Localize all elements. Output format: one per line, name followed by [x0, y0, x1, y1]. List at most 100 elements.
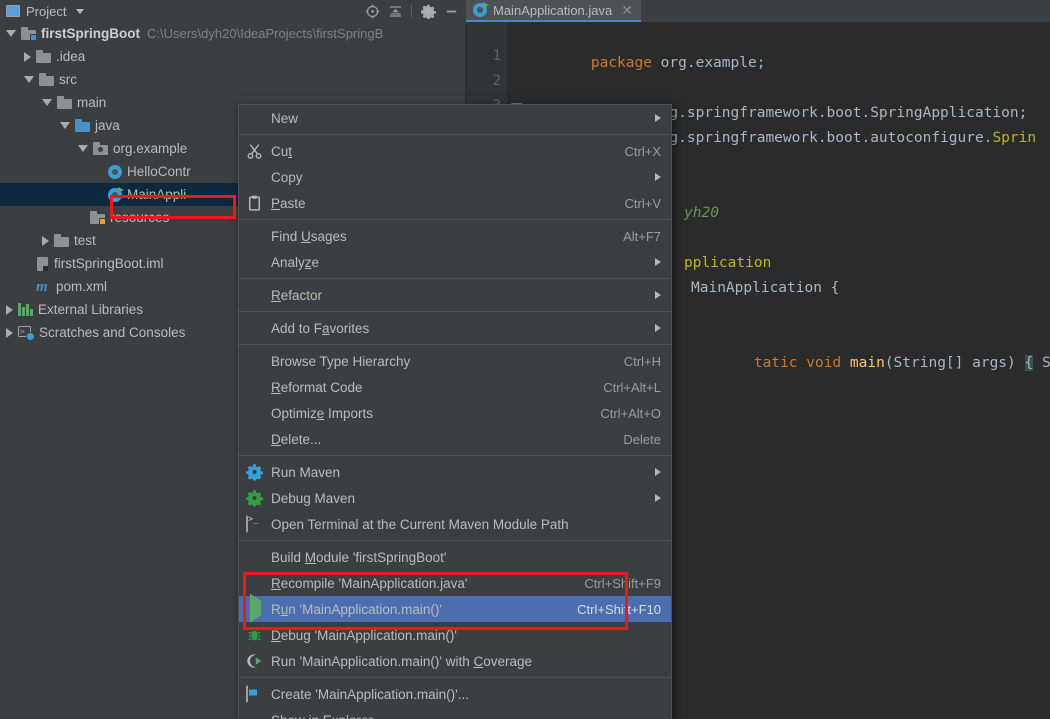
menu-item-delete[interactable]: Delete... Delete	[239, 426, 671, 452]
menu-item-accelerator: Alt+F7	[623, 229, 661, 244]
editor-tab-mainapplication[interactable]: MainApplication.java ✕	[465, 0, 641, 22]
chevron-right-icon[interactable]	[655, 324, 661, 332]
gear-icon[interactable]	[417, 1, 439, 21]
tree-node-idea[interactable]: .idea	[0, 45, 466, 68]
menu-item-refactor[interactable]: Refactor	[239, 282, 671, 308]
menu-separator	[239, 134, 671, 135]
tree-node-label: src	[59, 72, 77, 87]
menu-item-run-maven[interactable]: Run Maven	[239, 459, 671, 485]
code-token: package	[591, 55, 652, 71]
menu-item-accelerator: Delete	[623, 432, 661, 447]
chevron-right-icon[interactable]	[6, 328, 13, 338]
tree-node-firstspringboot[interactable]: firstSpringBoot C:\Users\dyh20\IdeaProjec…	[0, 22, 466, 45]
menu-item-optimize-imports[interactable]: Optimize ImportsCtrl+Alt+O	[239, 400, 671, 426]
menu-item-analyze[interactable]: Analyze	[239, 249, 671, 275]
line-number: 2	[493, 73, 501, 89]
menu-item-reformat-code[interactable]: Reformat CodeCtrl+Alt+L	[239, 374, 671, 400]
code-token: org.example;	[652, 55, 766, 71]
menu-item-label: Add to Favorites	[271, 321, 645, 336]
collapse-all-icon[interactable]	[384, 1, 406, 21]
menu-item-find-usages[interactable]: Find UsagesAlt+F7	[239, 223, 671, 249]
menu-separator	[239, 344, 671, 345]
menu-item-create-mainapplication-main[interactable]: Create 'MainApplication.main()'...	[239, 681, 671, 707]
menu-item-open-terminal-at-the-current-maven-modul[interactable]: Open Terminal at the Current Maven Modul…	[239, 511, 671, 537]
project-panel-title[interactable]: Project	[0, 4, 84, 19]
tree-node-label: firstSpringBoot	[41, 26, 140, 41]
tree-node-label: resources	[110, 210, 169, 225]
menu-item-debug-mainapplication-main[interactable]: Debug 'MainApplication.main()'	[239, 622, 671, 648]
chevron-right-icon[interactable]	[655, 494, 661, 502]
tree-node-label: .idea	[56, 49, 85, 64]
menu-item-label: Browse Type Hierarchy	[271, 354, 606, 369]
java-class-runnable-icon	[108, 188, 122, 202]
code-token: Spring	[1033, 355, 1050, 371]
terminal-icon	[246, 516, 263, 533]
menu-separator	[239, 219, 671, 220]
menu-separator	[239, 455, 671, 456]
menu-item-label: Run 'MainApplication.main()' with Covera…	[271, 654, 661, 669]
chevron-right-icon[interactable]	[655, 468, 661, 476]
chevron-down-icon[interactable]	[24, 76, 34, 83]
chevron-right-icon[interactable]	[655, 291, 661, 299]
editor-tab-label: MainApplication.java	[493, 3, 612, 18]
chevron-right-icon[interactable]	[655, 114, 661, 122]
menu-item-browse-type-hierarchy[interactable]: Browse Type HierarchyCtrl+H	[239, 348, 671, 374]
chevron-down-icon[interactable]	[42, 99, 52, 106]
menu-item-label: Show in Explorer	[271, 713, 661, 719]
folder-icon	[36, 50, 51, 63]
code-token: main	[850, 355, 885, 371]
code-token: void	[806, 355, 850, 371]
chevron-right-icon[interactable]	[42, 236, 49, 246]
context-menu[interactable]: New CutCtrl+XCopyPasteCtrl+V Find UsagesAl…	[238, 104, 672, 719]
menu-item-cut[interactable]: CutCtrl+X	[239, 138, 671, 164]
menu-item-copy[interactable]: Copy	[239, 164, 671, 190]
menu-item-label: Reformat Code	[271, 380, 585, 395]
menu-item-label: Delete...	[271, 432, 605, 447]
menu-item-paste[interactable]: PasteCtrl+V	[239, 190, 671, 216]
code-token: Sprin	[992, 130, 1036, 146]
folder-icon	[39, 73, 54, 86]
chevron-right-icon[interactable]	[655, 173, 661, 181]
tree-node-path: C:\Users\dyh20\IdeaProjects\firstSpringB	[147, 26, 383, 41]
code-token: (String[] args)	[885, 355, 1025, 371]
chevron-down-icon[interactable]	[60, 122, 70, 129]
chevron-down-icon[interactable]	[76, 9, 84, 14]
menu-item-label: Debug 'MainApplication.main()'	[271, 628, 661, 643]
iml-file-icon	[36, 257, 49, 271]
tree-node-label: pom.xml	[56, 279, 107, 294]
menu-item-build-module-firstspringboot[interactable]: Build Module 'firstSpringBoot'	[239, 544, 671, 570]
tree-node-label: HelloContr	[127, 164, 191, 179]
coverage-icon	[246, 653, 263, 670]
code-annotation: pplication	[684, 251, 771, 276]
menu-item-add-to-favorites[interactable]: Add to Favorites	[239, 315, 671, 341]
menu-item-debug-maven[interactable]: Debug Maven	[239, 485, 671, 511]
maven-debug-icon	[246, 490, 263, 507]
menu-item-run-mainapplication-main[interactable]: Run 'MainApplication.main()'Ctrl+Shift+F…	[239, 596, 671, 622]
locate-icon[interactable]	[361, 1, 383, 21]
menu-item-accelerator: Ctrl+Shift+F10	[577, 602, 661, 617]
chevron-right-icon[interactable]	[6, 305, 13, 315]
menu-separator	[239, 278, 671, 279]
menu-item-label: Recompile 'MainApplication.java'	[271, 576, 566, 591]
chevron-down-icon[interactable]	[6, 30, 16, 37]
minimize-icon[interactable]	[440, 1, 462, 21]
menu-item-run-mainapplication-main-with-coverage[interactable]: Run 'MainApplication.main()' with Covera…	[239, 648, 671, 674]
resources-folder-icon	[90, 211, 105, 224]
menu-item-new[interactable]: New	[239, 105, 671, 131]
menu-item-label: Debug Maven	[271, 491, 645, 506]
chevron-right-icon[interactable]	[655, 258, 661, 266]
scissors-icon	[246, 143, 263, 160]
menu-item-label: Create 'MainApplication.main()'...	[271, 687, 661, 702]
menu-item-show-in-explorer[interactable]: Show in Explorer	[239, 707, 671, 719]
menu-item-recompile-mainapplication-java[interactable]: Recompile 'MainApplication.java'Ctrl+Shi…	[239, 570, 671, 596]
editor-tab-strip: MainApplication.java ✕	[465, 0, 1050, 22]
tree-node-src[interactable]: src	[0, 68, 466, 91]
code-token: tatic	[754, 355, 806, 371]
chevron-right-icon[interactable]	[24, 52, 31, 62]
menu-item-accelerator: Ctrl+Alt+O	[600, 406, 661, 421]
close-icon[interactable]: ✕	[621, 3, 633, 17]
menu-item-label: New	[271, 111, 645, 126]
menu-item-label: Refactor	[271, 288, 645, 303]
chevron-down-icon[interactable]	[78, 145, 88, 152]
run-icon	[246, 601, 263, 618]
